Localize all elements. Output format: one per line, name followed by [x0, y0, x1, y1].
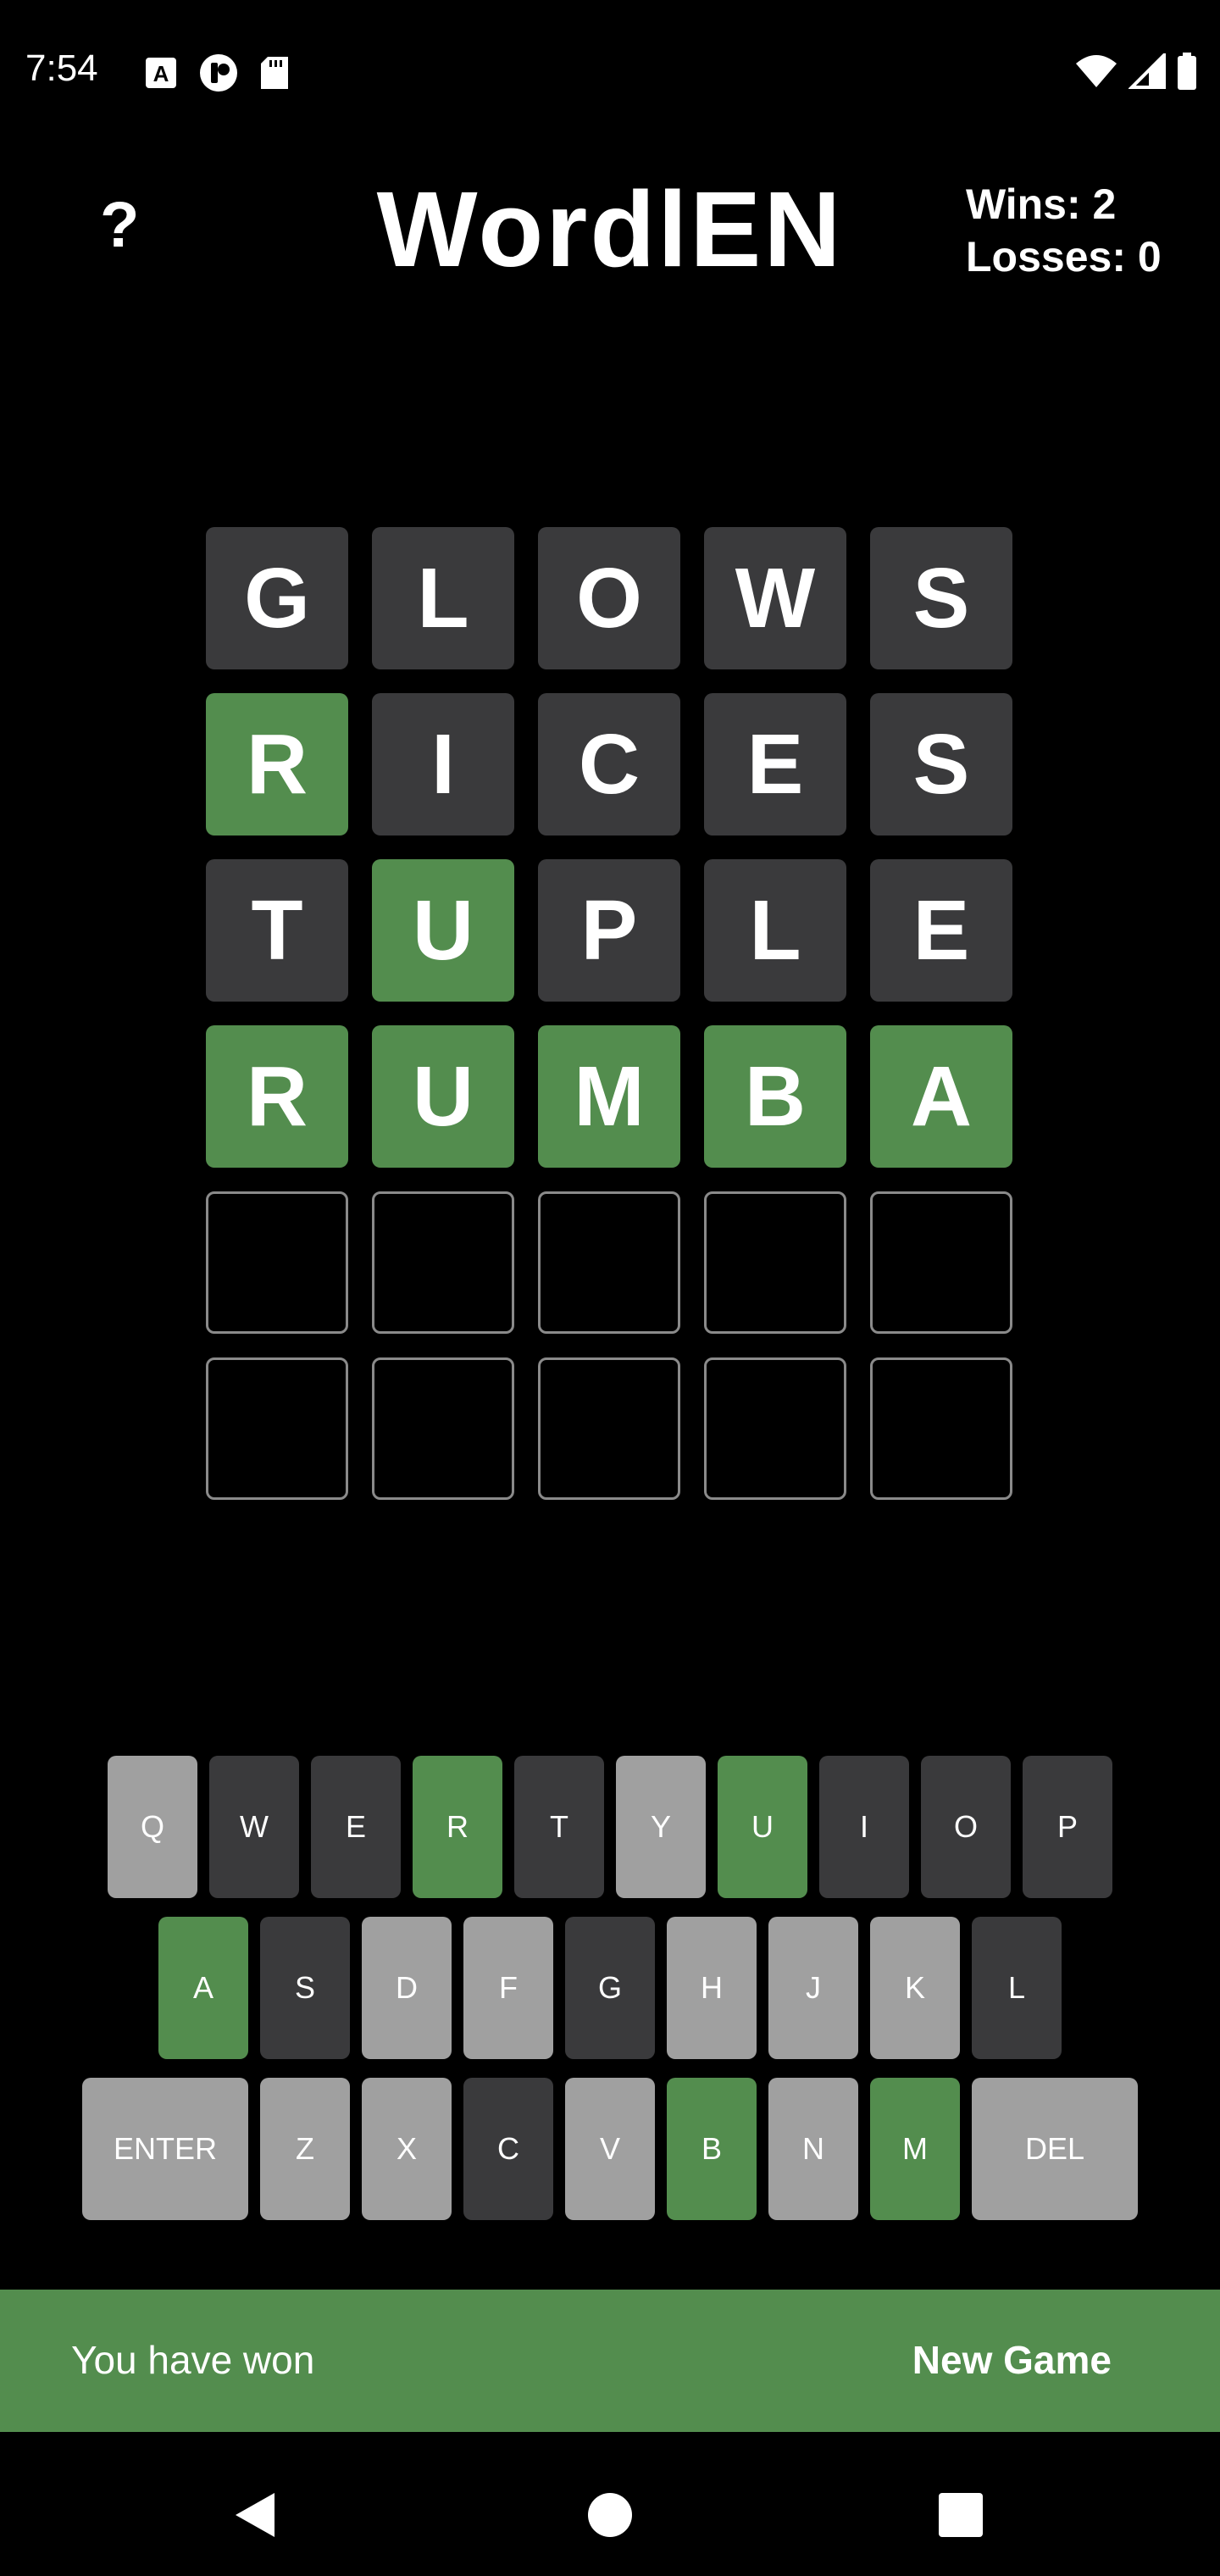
keyboard-row: ASDFGHJKL [0, 1917, 1220, 2059]
keyboard-row: QWERTYUIOP [0, 1756, 1220, 1898]
letter-tile [870, 1357, 1012, 1500]
key-g[interactable]: G [565, 1917, 655, 2059]
letter-tile [870, 1191, 1012, 1334]
letter-tile: S [870, 527, 1012, 669]
letter-tile [538, 1191, 680, 1334]
key-k[interactable]: K [870, 1917, 960, 2059]
letter-tile: U [372, 859, 514, 1002]
letter-tile [704, 1191, 846, 1334]
letter-tile: S [870, 693, 1012, 836]
score-stats: Wins: 2 Losses: 0 [966, 178, 1162, 283]
new-game-button[interactable]: New Game [912, 2337, 1112, 2383]
result-snackbar: You have won New Game [0, 2290, 1220, 2432]
key-b[interactable]: B [667, 2078, 757, 2220]
letter-tile: L [704, 859, 846, 1002]
key-p[interactable]: P [1023, 1756, 1112, 1898]
key-u[interactable]: U [718, 1756, 807, 1898]
keyboard-row: ENTER Z X C V B N M DEL [0, 2078, 1220, 2220]
key-o[interactable]: O [921, 1756, 1011, 1898]
signal-icon [1128, 53, 1166, 89]
key-v[interactable]: V [565, 2078, 655, 2220]
key-z[interactable]: Z [260, 2078, 350, 2220]
guess-board: GLOWSRICESTUPLERUMBA [206, 527, 1012, 1524]
key-h[interactable]: H [667, 1917, 757, 2059]
status-icons-right [1074, 53, 1198, 90]
letter-tile: B [704, 1025, 846, 1168]
svg-text:A: A [153, 61, 169, 86]
letter-tile: U [372, 1025, 514, 1168]
back-icon[interactable] [230, 2490, 278, 2540]
letter-tile [372, 1191, 514, 1334]
key-f[interactable]: F [463, 1917, 553, 2059]
letter-tile: R [206, 693, 348, 836]
enter-key[interactable]: ENTER [82, 2078, 248, 2220]
board-row [206, 1357, 1012, 1500]
key-q[interactable]: Q [108, 1756, 197, 1898]
wins-count: Wins: 2 [966, 180, 1117, 228]
letter-tile: I [372, 693, 514, 836]
key-n[interactable]: N [768, 2078, 858, 2220]
home-icon[interactable] [586, 2491, 634, 2539]
key-j[interactable]: J [768, 1917, 858, 2059]
letter-tile: A [870, 1025, 1012, 1168]
letter-tile: W [704, 527, 846, 669]
key-m[interactable]: M [870, 2078, 960, 2220]
board-row [206, 1191, 1012, 1334]
key-w[interactable]: W [209, 1756, 299, 1898]
key-a[interactable]: A [158, 1917, 248, 2059]
key-r[interactable]: R [413, 1756, 502, 1898]
letter-tile: R [206, 1025, 348, 1168]
sd-card-icon [261, 57, 288, 89]
recents-icon[interactable] [937, 2491, 984, 2539]
letter-tile: T [206, 859, 348, 1002]
letter-tile: C [538, 693, 680, 836]
battery-icon [1178, 53, 1196, 90]
letter-tile [206, 1191, 348, 1334]
letter-tile [538, 1357, 680, 1500]
board-row: RICES [206, 693, 1012, 836]
letter-tile [372, 1357, 514, 1500]
letter-tile: G [206, 527, 348, 669]
on-screen-keyboard: Q W E R T Y U I O P A S D F G H J K L ENTER Z X C V B N M DEL [0, 1756, 1220, 2239]
status-icons-left: A [144, 53, 290, 93]
key-t[interactable]: T [514, 1756, 604, 1898]
status-time: 7:54 [25, 47, 98, 89]
navigation-bar [0, 2432, 1220, 2576]
board-row: RUMBA [206, 1025, 1012, 1168]
pinterest-icon [200, 54, 237, 92]
key-l[interactable]: L [972, 1917, 1062, 2059]
key-x[interactable]: X [362, 2078, 452, 2220]
board-row: GLOWS [206, 527, 1012, 669]
snackbar-message: You have won [71, 2338, 315, 2382]
letter-tile: E [870, 859, 1012, 1002]
key-d[interactable]: D [362, 1917, 452, 2059]
letter-tile [704, 1357, 846, 1500]
losses-count: Losses: 0 [966, 233, 1162, 280]
font-app-icon: A [146, 58, 176, 88]
board-row: TUPLE [206, 859, 1012, 1002]
key-i[interactable]: I [819, 1756, 909, 1898]
key-c[interactable]: C [463, 2078, 553, 2220]
letter-tile: L [372, 527, 514, 669]
letter-tile: P [538, 859, 680, 1002]
key-s[interactable]: S [260, 1917, 350, 2059]
letter-tile: O [538, 527, 680, 669]
key-y[interactable]: Y [616, 1756, 706, 1898]
letter-tile: M [538, 1025, 680, 1168]
letter-tile [206, 1357, 348, 1500]
wifi-icon [1076, 55, 1117, 87]
key-e[interactable]: E [311, 1756, 401, 1898]
letter-tile: E [704, 693, 846, 836]
delete-key[interactable]: DEL [972, 2078, 1138, 2220]
status-bar: 7:54 A [0, 0, 1220, 144]
